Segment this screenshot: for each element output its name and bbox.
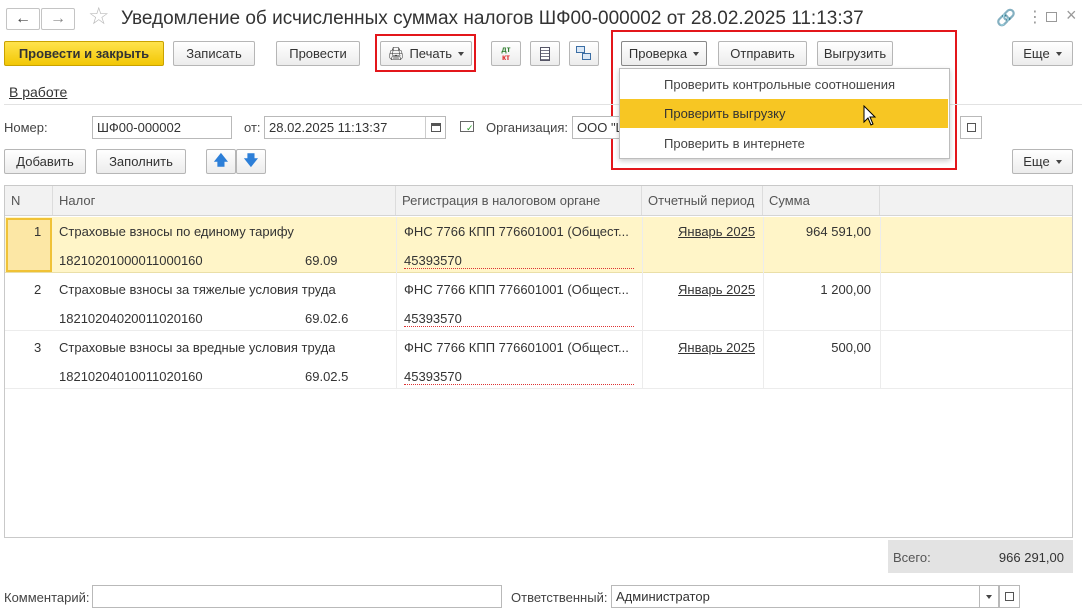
sum-value: 500,00: [831, 340, 871, 355]
close-icon[interactable]: ×: [1066, 5, 1077, 26]
favorite-star-icon[interactable]: ☆: [88, 5, 110, 29]
period-link[interactable]: Январь 2025: [678, 224, 755, 239]
open-form-icon: [966, 123, 976, 132]
list-icon: [540, 46, 550, 61]
mouse-cursor-icon: [863, 105, 877, 126]
check-label: Проверка: [628, 46, 688, 61]
period-link[interactable]: Январь 2025: [678, 282, 755, 297]
number-field[interactable]: ШФ00-000002: [92, 116, 232, 139]
open-form-icon: [1005, 592, 1014, 601]
add-row-button[interactable]: Добавить: [4, 149, 86, 174]
status-link[interactable]: В работе: [9, 84, 67, 100]
print-button[interactable]: 🖨 Печать: [380, 41, 472, 66]
table-more-button[interactable]: Еще: [1012, 149, 1073, 174]
tax-name: Страховые взносы по единому тарифу: [59, 224, 294, 239]
kbk-code: 18210204020011020160: [59, 311, 203, 326]
chevron-down-icon: [1055, 159, 1062, 164]
oktmo-code: 45393570: [404, 311, 634, 327]
table-more-label: Еще: [1023, 154, 1050, 169]
column-header-n[interactable]: N: [5, 186, 53, 215]
dt-kt-icon: дт кт: [501, 44, 511, 62]
responsible-label: Ответственный:: [511, 590, 608, 605]
date-field[interactable]: 28.02.2025 11:13:37: [264, 116, 446, 139]
chevron-down-icon: [986, 594, 992, 599]
more-actions-button[interactable]: Еще: [1012, 41, 1073, 66]
total-value: 966 291,00: [998, 550, 1064, 565]
row-number: 1: [34, 224, 42, 239]
structure-button[interactable]: [569, 41, 599, 66]
organization-open-button[interactable]: [960, 116, 982, 139]
responsible-open-button[interactable]: [999, 585, 1020, 608]
column-header-tax[interactable]: Налог: [53, 186, 396, 215]
current-cell-frame: [6, 218, 52, 272]
arrow-up-icon: 🡅: [213, 151, 229, 168]
column-header-period[interactable]: Отчетный период: [642, 186, 763, 215]
move-up-button[interactable]: 🡅: [206, 149, 236, 174]
column-header-registration[interactable]: Регистрация в налоговом органе: [396, 186, 642, 215]
tax-registration: ФНС 7766 КПП 776601001 (Общест...: [404, 224, 629, 239]
kbk-code: 18210204010011020160: [59, 369, 203, 384]
export-button[interactable]: Выгрузить: [817, 41, 893, 66]
menu-item-check-export[interactable]: Проверить выгрузку: [620, 99, 948, 128]
account-code: 69.02.6: [305, 311, 349, 326]
window-title: Уведомление об исчисленных суммах налого…: [121, 8, 864, 29]
tax-name: Страховые взносы за вредные условия труд…: [59, 340, 336, 355]
comment-label: Комментарий:: [4, 590, 90, 605]
link-icon[interactable]: 🔗: [996, 8, 1016, 28]
dt-kt-postings-button[interactable]: дт кт: [491, 41, 521, 66]
account-code: 69.09: [305, 253, 338, 268]
sum-value: 1 200,00: [820, 282, 871, 297]
forward-button[interactable]: →: [41, 8, 75, 30]
structure-icon: [576, 46, 592, 61]
back-button[interactable]: ←: [6, 8, 40, 30]
comment-field[interactable]: [92, 585, 502, 608]
save-button[interactable]: Записать: [173, 41, 255, 66]
responsible-dropdown-button[interactable]: [979, 585, 999, 608]
account-code: 69.02.5: [305, 369, 349, 384]
chevron-down-icon: [1055, 51, 1062, 56]
tax-name: Страховые взносы за тяжелые условия труд…: [59, 282, 336, 297]
post-button[interactable]: Провести: [276, 41, 360, 66]
document-list-button[interactable]: [530, 41, 560, 66]
column-divider: [880, 217, 881, 389]
tax-registration: ФНС 7766 КПП 776601001 (Общест...: [404, 282, 629, 297]
maximize-icon[interactable]: [1046, 12, 1057, 22]
number-label: Номер:: [4, 120, 48, 135]
period-link[interactable]: Январь 2025: [678, 340, 755, 355]
printer-icon: 🖨: [387, 45, 405, 61]
check-dropdown-button[interactable]: Проверка: [621, 41, 707, 66]
post-and-close-button[interactable]: Провести и закрыть: [4, 41, 164, 66]
organization-label: Организация:: [486, 120, 569, 135]
date-label: от:: [244, 120, 261, 135]
fill-button[interactable]: Заполнить: [96, 149, 186, 174]
sum-value: 964 591,00: [805, 224, 871, 239]
calendar-icon[interactable]: [425, 117, 445, 138]
chevron-down-icon: [693, 51, 700, 56]
more-label: Еще: [1023, 46, 1050, 61]
column-divider: [763, 217, 764, 389]
total-label: Всего:: [893, 550, 931, 565]
column-divider: [396, 217, 397, 389]
arrow-down-icon: 🡇: [243, 151, 259, 168]
oktmo-code: 45393570: [404, 253, 634, 269]
row-number: 2: [34, 282, 42, 297]
send-button[interactable]: Отправить: [718, 41, 807, 66]
document-status-icon: ✓: [460, 121, 474, 133]
responsible-field[interactable]: Администратор: [611, 585, 981, 608]
organization-field[interactable]: ООО "Ш: [572, 116, 620, 139]
print-label: Печать: [409, 46, 453, 61]
menu-item-check-ratios[interactable]: Проверить контрольные соотношения: [620, 70, 948, 99]
oktmo-code: 45393570: [404, 369, 634, 385]
column-divider: [642, 217, 643, 389]
arrow-left-icon: ←: [15, 10, 31, 27]
tax-registration: ФНС 7766 КПП 776601001 (Общест...: [404, 340, 629, 355]
row-number: 3: [34, 340, 42, 355]
chevron-down-icon: [458, 51, 465, 56]
move-down-button[interactable]: 🡇: [236, 149, 266, 174]
column-header-sum[interactable]: Сумма: [763, 186, 880, 215]
arrow-right-icon: →: [50, 10, 66, 27]
menu-item-check-online[interactable]: Проверить в интернете: [620, 129, 948, 158]
kbk-code: 18210201000011000160: [59, 253, 203, 268]
more-vertical-icon[interactable]: ⋮: [1027, 7, 1043, 27]
